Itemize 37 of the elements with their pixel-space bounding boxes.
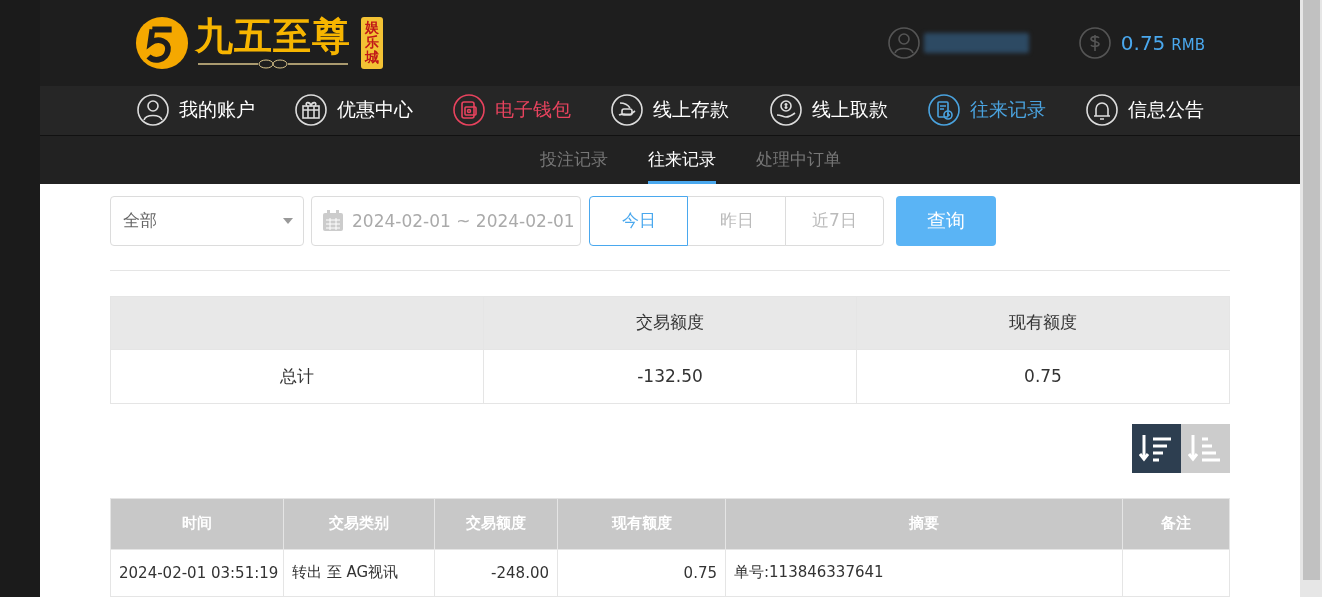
sub-tab[interactable]: 往来记录 xyxy=(647,135,716,184)
column-header: 现有额度 xyxy=(856,296,1230,350)
type-select[interactable]: 全部 xyxy=(110,196,304,246)
nav-item[interactable]: 电子钱包 xyxy=(453,94,572,127)
table-cell: 总计 xyxy=(110,349,484,404)
clipboard-clock-icon xyxy=(927,94,960,127)
gift-icon xyxy=(295,94,328,127)
scrollbar[interactable] xyxy=(1302,0,1320,580)
nav-item[interactable]: 线上取款 xyxy=(769,94,888,127)
table-cell: 0.75 xyxy=(557,549,726,597)
nav-item[interactable]: 线上存款 xyxy=(611,94,730,127)
nav-item[interactable]: 信息公告 xyxy=(1085,94,1204,127)
calendar-icon xyxy=(322,210,344,232)
logo-text: 九五至尊 xyxy=(195,16,351,55)
ornament-icon xyxy=(198,58,348,69)
wallet-icon xyxy=(453,94,486,127)
balance-text: 0.75 RMB xyxy=(1120,30,1205,55)
table-cell: 2024-02-01 03:51:19 xyxy=(110,549,284,597)
logo-badge: 娱乐城 xyxy=(361,16,383,69)
table-cell: 转出 至 AG视讯 xyxy=(283,549,435,597)
dropdown-caret-icon xyxy=(283,218,293,224)
table-cell: -132.50 xyxy=(483,349,857,404)
nav-item[interactable]: 优惠中心 xyxy=(295,94,414,127)
column-header: 交易额度 xyxy=(483,296,857,350)
sort-button[interactable] xyxy=(1132,424,1181,473)
sub-tab[interactable]: 投注记录 xyxy=(539,135,608,184)
nav-item[interactable]: 我的账户 xyxy=(137,94,255,127)
table-cell: 单号:113846337641 xyxy=(725,549,1123,597)
table-cell: 0.75 xyxy=(856,349,1230,404)
table-cell: -248.00 xyxy=(434,549,558,597)
logo-icon xyxy=(135,15,189,70)
user-icon xyxy=(887,26,920,59)
nav-item[interactable]: 往来记录 xyxy=(927,94,1046,127)
dollar-icon xyxy=(1078,26,1111,59)
user-icon xyxy=(137,94,169,127)
bell-icon xyxy=(1085,94,1118,127)
sub-tab[interactable]: 处理中订单 xyxy=(755,135,841,184)
